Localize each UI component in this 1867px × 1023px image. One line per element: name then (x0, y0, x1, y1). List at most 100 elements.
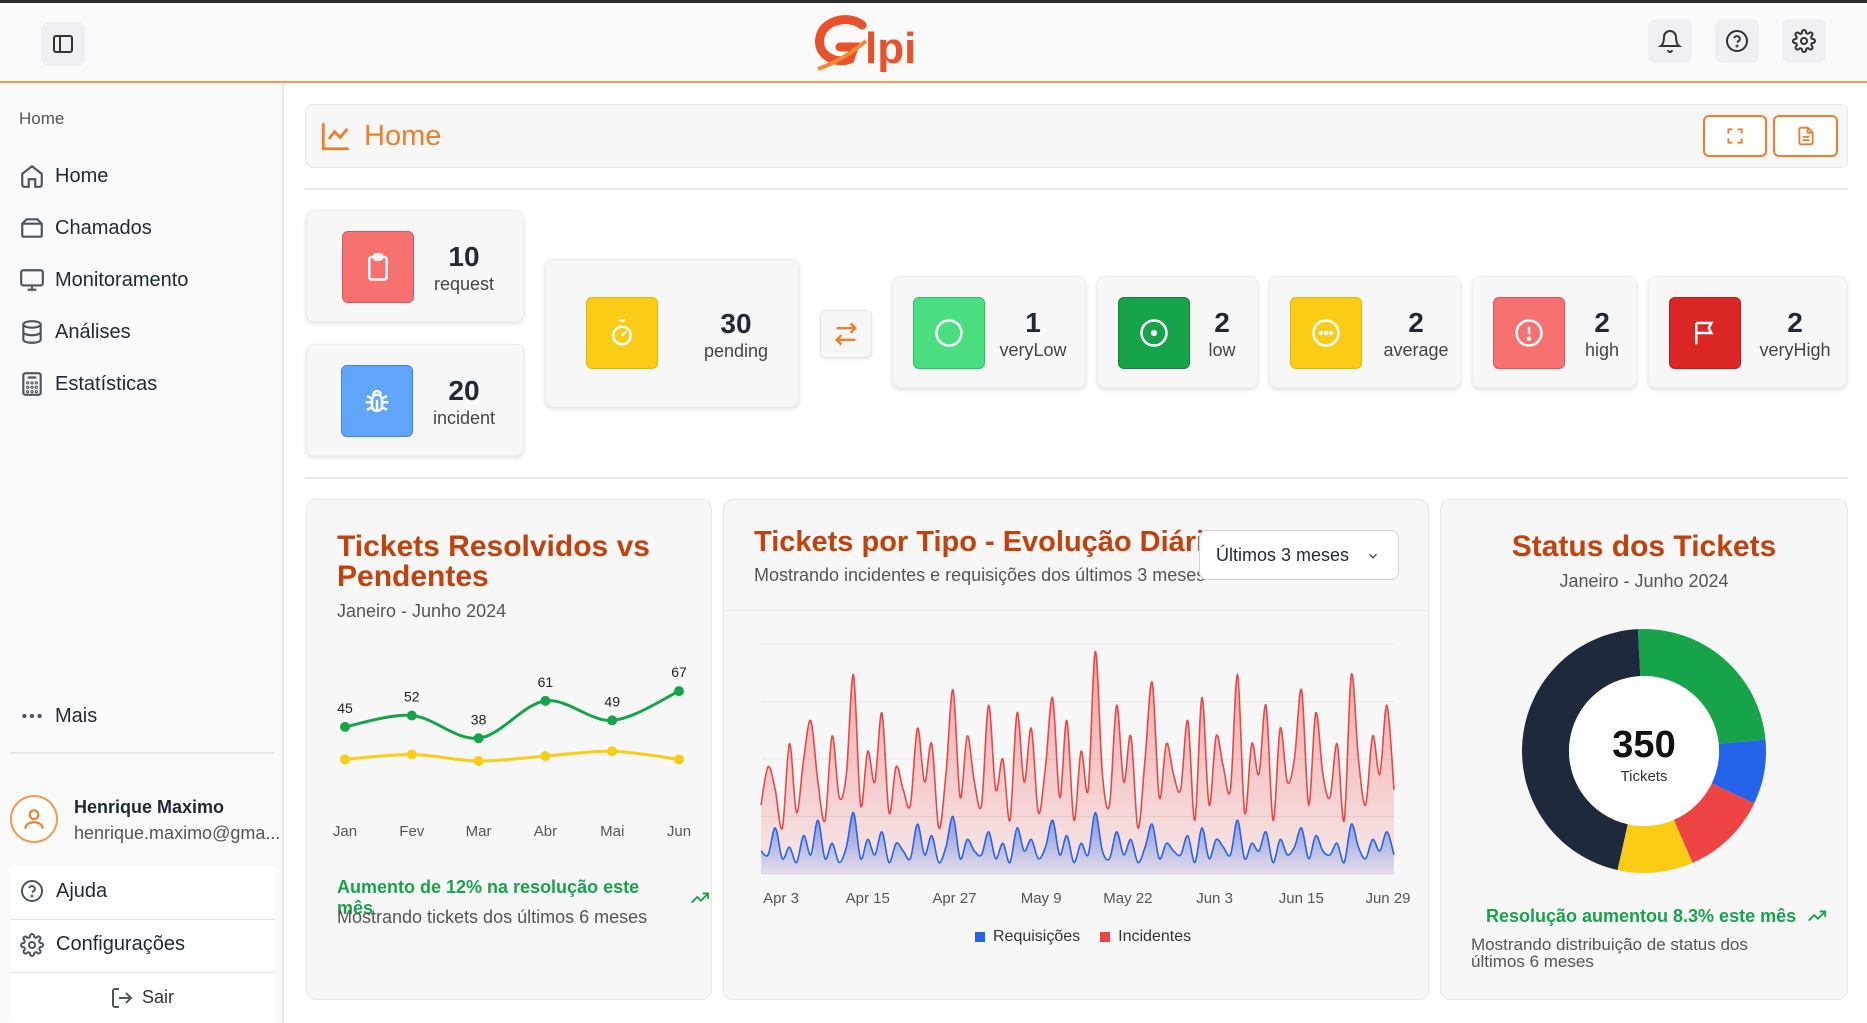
range-select[interactable]: Últimos 3 meses (1199, 530, 1399, 580)
trend-text: Resolução aumentou 8.3% este mês (1486, 905, 1828, 927)
sidebar-item-label: Chamados (55, 216, 152, 239)
card-subtitle: Mostrando incidentes e requisições dos ú… (754, 565, 1206, 585)
stat-card-incident[interactable]: 20 incident (306, 344, 524, 456)
home-icon (21, 164, 43, 188)
stat-value: 30 (720, 308, 752, 339)
stats-divider (305, 477, 1848, 479)
timer-icon (586, 297, 658, 369)
stat-card-high[interactable]: 2 high (1472, 276, 1637, 388)
stat-value: 2 (1214, 307, 1230, 338)
sidebar-item-label: Estatísticas (55, 372, 158, 395)
swap-button[interactable] (820, 310, 872, 358)
data-label: 67 (671, 664, 687, 680)
stat-value: 1 (1025, 307, 1041, 338)
stat-label: veryHigh (1759, 340, 1831, 360)
data-point (473, 756, 484, 766)
svg-text:lpi: lpi (865, 24, 916, 73)
data-label: 45 (337, 700, 353, 716)
stat-label: request (433, 274, 495, 294)
data-label: 38 (471, 711, 487, 727)
stat-card-request[interactable]: 10 request (306, 210, 524, 322)
bell-icon (1658, 30, 1682, 53)
stat-label: veryLow (999, 340, 1067, 360)
sidebar-toggle-icon (53, 35, 73, 53)
sidebar-item-estatisticas[interactable]: Estatísticas (19, 368, 157, 400)
series-line (344, 749, 680, 763)
notifications-button[interactable] (1648, 19, 1692, 63)
fullscreen-button[interactable] (1703, 115, 1767, 157)
ticket-status-card: Status dos Tickets Janeiro - Junho 2024 … (1440, 499, 1848, 1000)
calculator-icon (22, 372, 42, 396)
series-line (344, 689, 680, 740)
flag-icon (1669, 297, 1741, 369)
help-button[interactable] (1715, 19, 1759, 63)
data-point (340, 721, 350, 732)
alert-circle-icon (1493, 297, 1565, 369)
legend-swatch-requisicoes (975, 932, 985, 942)
page-header: Home (305, 104, 1848, 168)
data-point (607, 715, 618, 726)
header-divider (305, 188, 1848, 190)
sidebar-item-home[interactable]: Home (19, 160, 108, 192)
sidebar-divider (10, 752, 274, 754)
data-point (607, 746, 618, 757)
report-button[interactable] (1773, 115, 1838, 157)
x-tick-label: Abr (534, 823, 557, 840)
area-chart: Apr 3 Apr 15 Apr 27 May 9 May 22 Jun 3 Jun 15 J… (760, 643, 1411, 907)
logout-icon (111, 987, 133, 1008)
note-line-1: Mostrando distribuição de status dos (1471, 935, 1748, 954)
trend-label: Resolução aumentou 8.3% este mês (1486, 905, 1797, 926)
stat-label: high (1584, 340, 1620, 360)
x-tick-label: Jun 3 (1196, 890, 1233, 907)
sidebar-item-label: Home (55, 164, 109, 187)
sidebar-item-monitoramento[interactable]: Monitoramento (19, 264, 188, 296)
settings-label: Configurações (56, 933, 185, 955)
stat-card-low[interactable]: 2 low (1097, 276, 1258, 388)
legend-label-requisicoes: Requisições (993, 928, 1081, 945)
sidebar-item-chamados[interactable]: Chamados (19, 212, 152, 244)
help-circle-icon (1726, 30, 1748, 52)
sidebar-section-title: Home (19, 109, 65, 128)
stat-label: low (1208, 340, 1236, 360)
settings-button[interactable] (1782, 19, 1826, 63)
card-title: Status dos Tickets (1511, 530, 1777, 563)
document-icon (1797, 126, 1814, 146)
data-point (674, 686, 684, 697)
x-tick-label: Jun (667, 823, 691, 840)
x-tick-label: Apr 3 (763, 890, 799, 907)
card-title-line-1: Tickets Resolvidos vs (337, 530, 650, 563)
sidebar-item-more[interactable]: Mais (19, 700, 97, 732)
user-avatar[interactable] (10, 795, 58, 843)
help-link[interactable]: Ajuda (10, 866, 274, 916)
stat-card-average[interactable]: 2 average (1269, 276, 1461, 388)
x-tick-label: Jan (333, 823, 357, 840)
stat-card-veryhigh[interactable]: 2 veryHigh (1648, 276, 1847, 388)
data-point (406, 710, 417, 721)
stat-label: pending (703, 341, 769, 361)
ticket-icon (21, 218, 43, 238)
x-tick-label: Mar (466, 823, 492, 840)
circle-dot-icon (1118, 297, 1190, 369)
bug-icon (341, 365, 413, 437)
card-note: Mostrando distribuição de status dos últ… (1471, 936, 1748, 970)
stat-card-verylow[interactable]: 1 veryLow (892, 276, 1086, 388)
card-title-line-2: Pendentes (337, 560, 489, 593)
sidebar-toggle-button[interactable] (41, 22, 85, 66)
data-label: 49 (604, 693, 620, 709)
stat-value: 10 (448, 241, 480, 272)
data-label: 52 (404, 689, 420, 705)
help-circle-icon (21, 880, 43, 902)
stat-card-pending[interactable]: 30 pending (545, 259, 799, 407)
x-tick-label: Jun 29 (1365, 890, 1410, 907)
card-subtitle: Janeiro - Junho 2024 (1559, 571, 1729, 591)
resolved-vs-pending-card: Tickets Resolvidos vs Pendentes Janeiro … (306, 499, 712, 1000)
sidebar-item-analises[interactable]: Análises (19, 316, 131, 348)
note-line-2: últimos 6 meses (1471, 952, 1594, 971)
sidebar-item-label: Análises (55, 320, 131, 343)
swap-arrows-icon (835, 322, 857, 346)
data-label: 61 (538, 674, 554, 690)
page-title: Home (364, 120, 442, 152)
logout-button[interactable]: Sair (10, 972, 274, 1022)
settings-link[interactable]: Configurações (10, 919, 274, 969)
donut-center-value: 350 (1612, 724, 1676, 766)
